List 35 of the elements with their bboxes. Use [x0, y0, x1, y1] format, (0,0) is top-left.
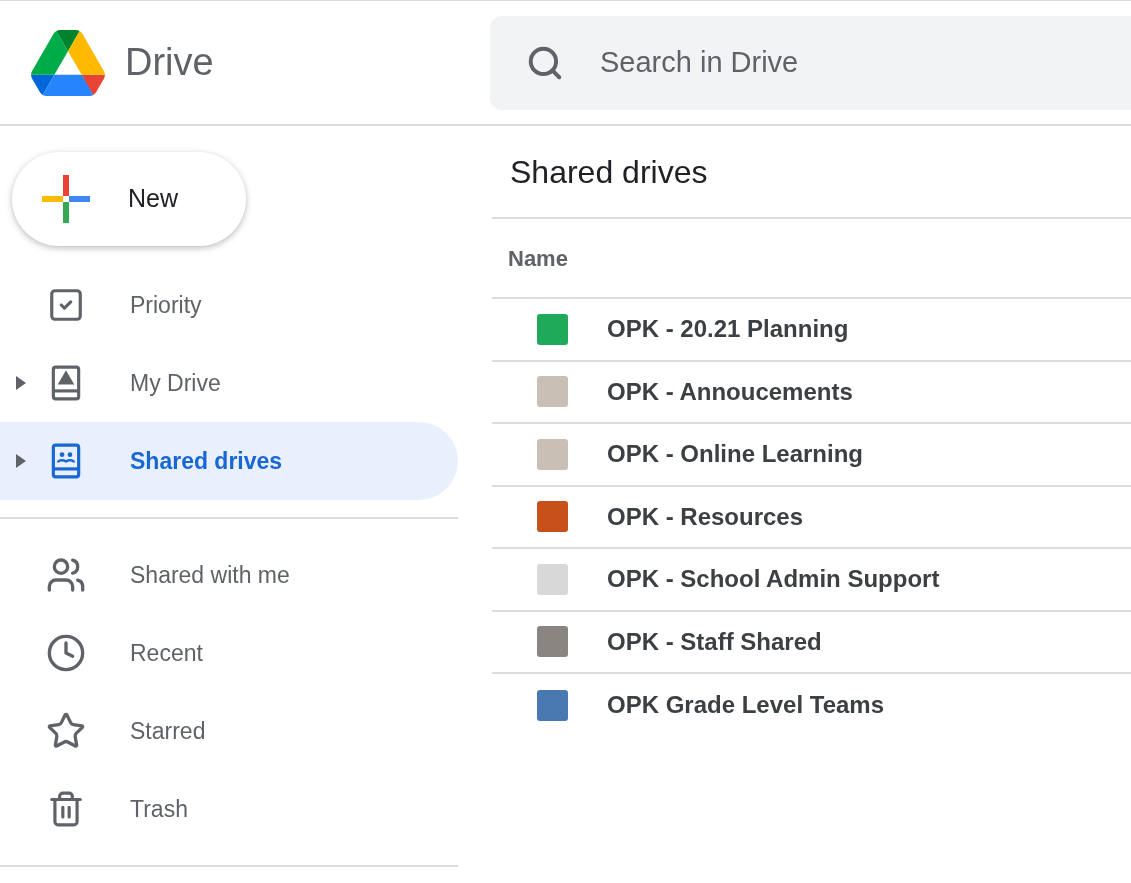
drive-name: OPK - Staff Shared	[607, 626, 822, 657]
drive-row[interactable]: OPK - Staff Shared	[492, 611, 1131, 674]
search-field[interactable]: Search in Drive	[490, 15, 1131, 110]
sidebar-item[interactable]: Priority	[0, 266, 458, 344]
drive-row[interactable]: OPK - Annoucements	[492, 361, 1131, 424]
drive-name: OPK - School Admin Support	[607, 564, 940, 595]
app-title: Drive	[125, 40, 214, 85]
people-icon	[46, 555, 86, 595]
sidebar-item[interactable]: My Drive	[0, 344, 458, 422]
trash-icon	[47, 790, 85, 828]
plus-icon	[42, 175, 90, 223]
expand-arrow-icon[interactable]	[16, 454, 26, 468]
new-button[interactable]: New	[12, 152, 246, 246]
drive-logo-icon	[31, 29, 105, 96]
column-header[interactable]: Name	[508, 241, 568, 275]
drive-row[interactable]: OPK - 20.21 Planning	[492, 299, 1131, 362]
drive-name: OPK - Annoucements	[607, 376, 853, 407]
drive-name: OPK - 20.21 Planning	[607, 314, 849, 345]
drive-row[interactable]: OPK - Online Learning	[492, 424, 1131, 487]
sidebar-item[interactable]: Shared with me	[0, 536, 458, 614]
expand-arrow-icon[interactable]	[16, 376, 26, 390]
drive-row[interactable]: OPK Grade Level Teams	[492, 674, 1131, 737]
sidebar-item[interactable]: Starred	[0, 692, 458, 770]
drive-row[interactable]: OPK - Resources	[492, 486, 1131, 549]
drive-name: OPK Grade Level Teams	[607, 690, 884, 721]
clock-icon	[46, 633, 86, 673]
page-title: Shared drives	[510, 152, 708, 192]
star-icon	[46, 711, 86, 751]
drive-row[interactable]: OPK - School Admin Support	[492, 549, 1131, 612]
checkbox-icon	[47, 286, 85, 324]
drive-name: OPK - Resources	[607, 501, 804, 532]
sidebar-item[interactable]: Trash	[0, 770, 458, 848]
sidebar-item[interactable]: Shared drives	[0, 422, 458, 500]
drive-name: OPK - Online Learning	[607, 439, 864, 470]
sidebar-item[interactable]: Recent	[0, 614, 458, 692]
